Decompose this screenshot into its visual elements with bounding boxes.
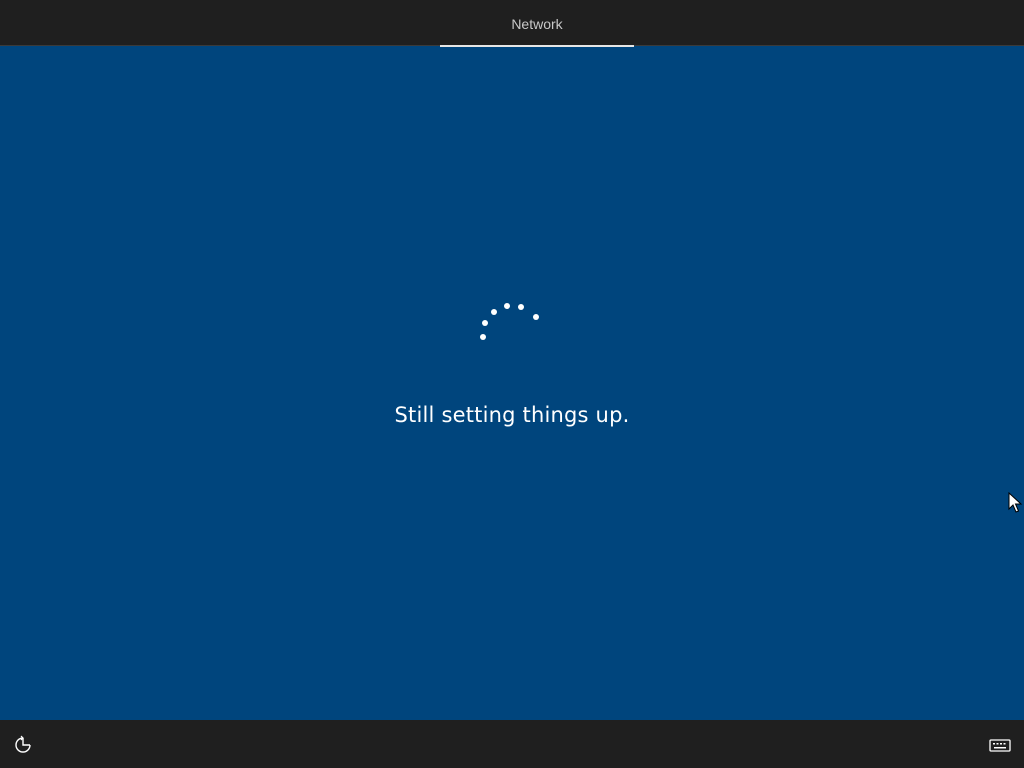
tab-network: Network (440, 0, 634, 47)
tab-network-label: Network (511, 16, 563, 32)
spinner-dot (480, 334, 486, 340)
spinner-dot (491, 309, 497, 315)
spinner-dot (533, 314, 539, 320)
spinner-dot (504, 303, 510, 309)
bottom-bar (0, 720, 1024, 768)
keyboard-icon[interactable] (988, 734, 1012, 756)
spinner-dot (482, 320, 488, 326)
active-tab-indicator (440, 45, 634, 47)
top-navigation-bar: Network (0, 0, 1024, 47)
status-message: Still setting things up. (394, 403, 630, 427)
mouse-pointer-icon (1008, 491, 1024, 514)
loading-dots-icon (470, 292, 550, 352)
oobe-screen: Network Still setting things up. (0, 0, 1024, 768)
ease-of-access-icon[interactable] (12, 734, 34, 756)
spinner-dot (518, 304, 524, 310)
